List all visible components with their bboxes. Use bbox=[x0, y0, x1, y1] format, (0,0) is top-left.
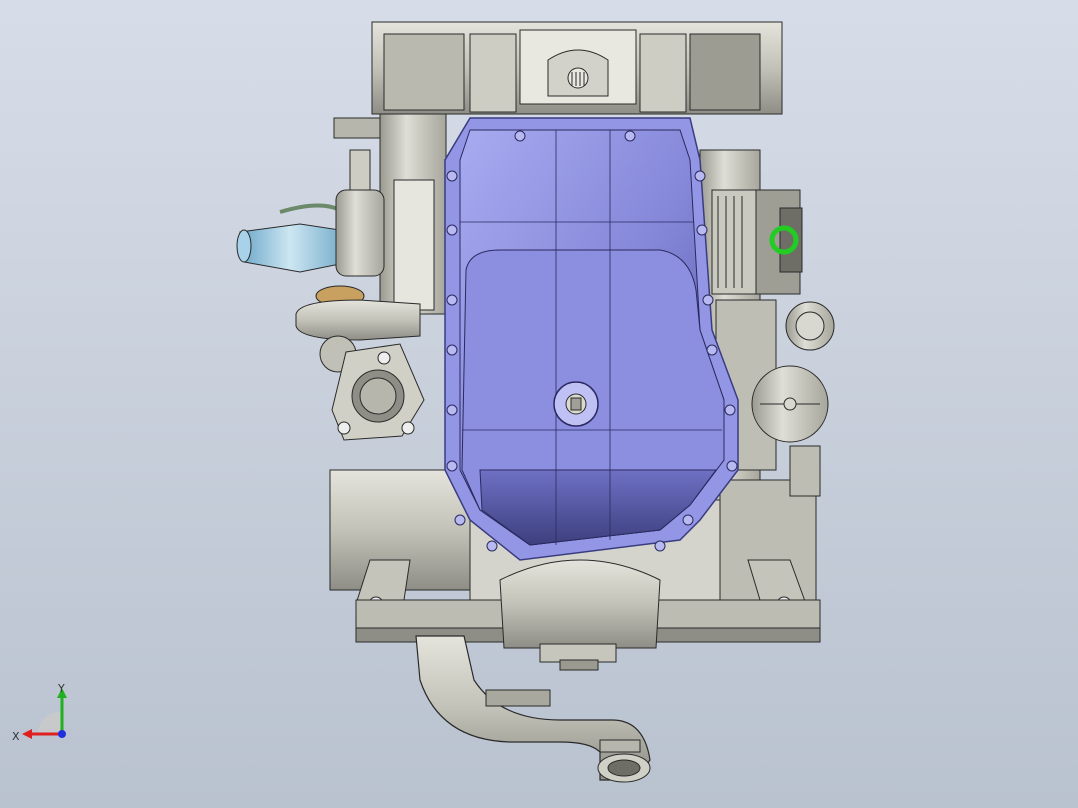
cad-viewport[interactable]: Y X bbox=[0, 0, 1078, 808]
z-axis-dot bbox=[58, 730, 66, 738]
y-axis-label: Y bbox=[57, 682, 65, 695]
x-axis-label: X bbox=[12, 730, 20, 743]
orientation-triad[interactable]: Y X bbox=[8, 682, 80, 752]
oil-pan[interactable] bbox=[444, 117, 739, 561]
bell-housing[interactable] bbox=[371, 21, 783, 115]
engine-model[interactable] bbox=[0, 0, 1078, 808]
exhaust-flange[interactable] bbox=[331, 343, 425, 441]
triad-plane bbox=[37, 711, 62, 734]
x-arrow-icon bbox=[22, 729, 32, 739]
alternator[interactable] bbox=[711, 189, 803, 295]
